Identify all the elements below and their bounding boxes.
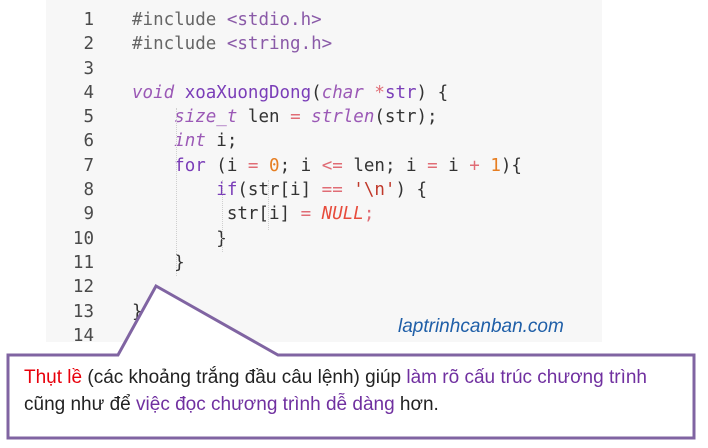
callout-segment: Thụt lề [24, 367, 83, 388]
callout-segment: (các khoảng trắng đầu câu lệnh) giúp [82, 367, 407, 388]
callout-segment: cũng như để [24, 394, 137, 415]
callout-segment: việc đọc chương trình dễ dàng [136, 394, 395, 415]
callout-segment: hơn. [394, 394, 439, 415]
callout-segment: làm rõ cấu trúc chương trình [406, 367, 647, 388]
callout-text: Thụt lề (các khoảng trắng đầu câu lệnh) … [24, 364, 674, 418]
